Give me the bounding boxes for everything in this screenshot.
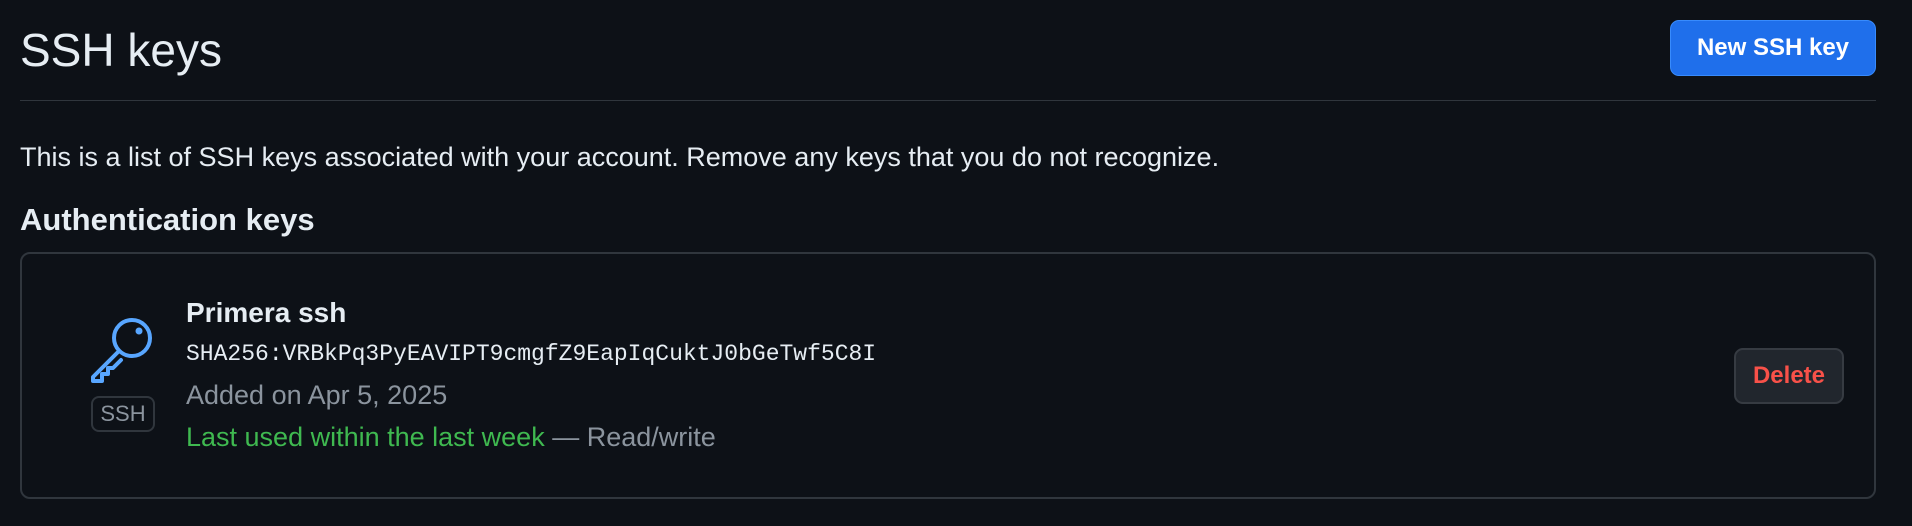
- key-fingerprint: SHA256:VRBkPq3PyEAVIPT9cmgfZ9EapIqCuktJ0…: [186, 341, 877, 367]
- new-ssh-key-button[interactable]: New SSH key: [1670, 20, 1876, 76]
- ssh-type-badge: SSH: [91, 396, 155, 432]
- key-usage-line: Last used within the last week — Read/wr…: [186, 418, 876, 456]
- key-icon: [88, 314, 158, 384]
- delete-key-button[interactable]: Delete: [1734, 348, 1844, 404]
- ssh-key-card: SSH Primera ssh SHA256:VRBkPq3PyEAVIPT9c…: [20, 252, 1876, 499]
- ssh-keys-page: SSH keys New SSH key This is a list of S…: [0, 0, 1912, 526]
- page-header: SSH keys New SSH key: [20, 0, 1876, 101]
- section-title: Authentication keys: [20, 202, 315, 237]
- key-added-date: Added on Apr 5, 2025: [186, 380, 448, 410]
- key-access-level: — Read/write: [544, 422, 716, 452]
- key-details: Primera ssh SHA256:VRBkPq3PyEAVIPT9cmgfZ…: [186, 294, 876, 456]
- key-name: Primera ssh: [186, 297, 347, 328]
- intro-text: This is a list of SSH keys associated wi…: [20, 142, 1220, 172]
- page-title: SSH keys: [20, 24, 222, 76]
- key-last-used: Last used within the last week: [186, 422, 545, 452]
- key-icon-column: SSH: [88, 314, 158, 432]
